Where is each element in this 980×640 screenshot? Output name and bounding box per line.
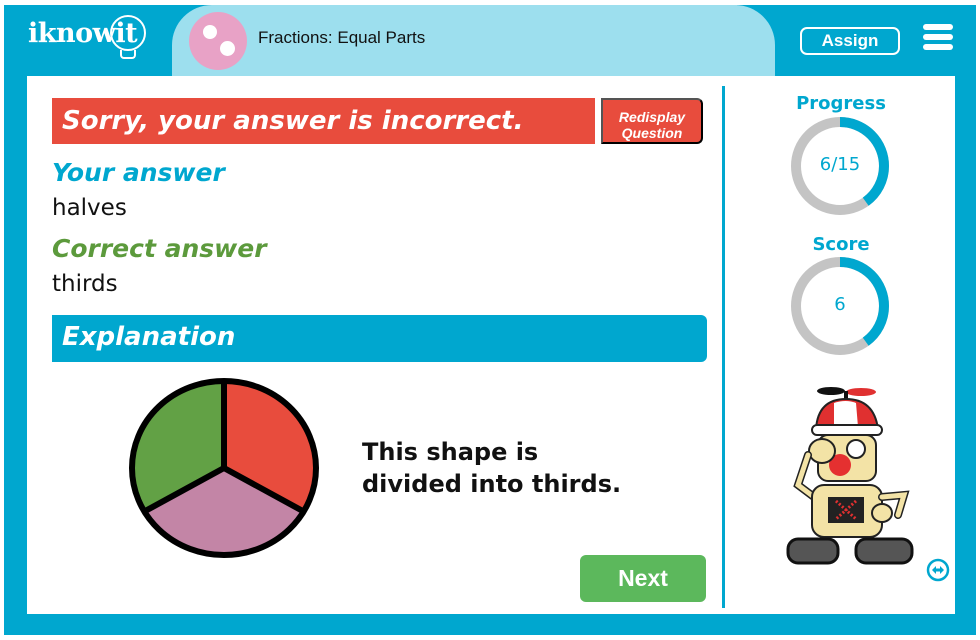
- dot-icon: [220, 41, 235, 56]
- cap-stripe: [834, 401, 858, 427]
- menu-bar: [923, 34, 953, 40]
- hamburger-menu-icon[interactable]: [923, 24, 953, 50]
- propeller-blade-right: [846, 388, 876, 396]
- explanation-line-1: This shape is: [362, 438, 539, 466]
- robot-mascot: [786, 387, 914, 565]
- dot-icon: [203, 25, 217, 39]
- fraction-circle: [129, 378, 319, 558]
- topic-header: [172, 5, 775, 77]
- score-label: Score: [812, 234, 870, 255]
- your-answer-label: Your answer: [52, 158, 225, 187]
- robot-tread-right: [854, 537, 914, 565]
- redisplay-label-line2: Question: [621, 124, 683, 141]
- incorrect-banner: Sorry, your answer is incorrect.: [52, 98, 595, 144]
- progress-label: Progress: [796, 93, 886, 114]
- propeller-blade-left: [817, 387, 845, 395]
- correct-answer-label: Correct answer: [52, 234, 267, 263]
- explanation-heading: Explanation: [52, 315, 707, 362]
- progress-value: 6/15: [819, 154, 861, 175]
- topic-title: Fractions: Equal Parts: [258, 28, 426, 47]
- menu-bar: [923, 44, 953, 50]
- lightbulb-icon: [110, 15, 146, 51]
- correct-answer-value: thirds: [52, 271, 118, 297]
- robot-eye: [846, 439, 866, 459]
- assign-button[interactable]: Assign: [800, 27, 900, 55]
- fraction-dots-icon: [189, 12, 247, 70]
- explanation-text: This shape is divided into thirds.: [362, 436, 621, 500]
- next-button[interactable]: Next: [580, 555, 706, 602]
- robot-hand-left: [808, 438, 836, 464]
- your-answer-value: halves: [52, 195, 127, 221]
- swap-arrows-icon[interactable]: [926, 558, 950, 582]
- lightbulb-base-icon: [120, 50, 136, 59]
- robot-hand-right: [871, 503, 893, 523]
- redisplay-label-line1: Redisplay: [618, 108, 686, 125]
- score-value: 6: [834, 294, 846, 315]
- redisplay-question-button[interactable]: Redisplay Question: [601, 98, 703, 144]
- menu-bar: [923, 24, 953, 30]
- robot-tread-left: [786, 537, 840, 565]
- explanation-line-2: divided into thirds.: [362, 470, 622, 498]
- cap-brim: [811, 424, 883, 436]
- panel-divider: [722, 86, 725, 608]
